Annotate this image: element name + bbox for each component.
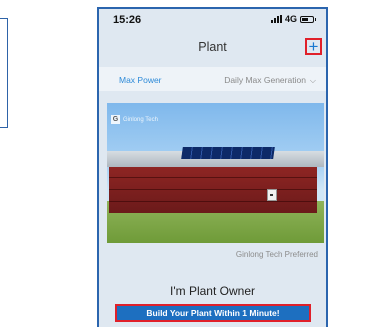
tab-max-power[interactable]: Max Power [119,75,162,85]
ginlong-logo-icon: G [111,115,120,124]
phone-screen: 15:26 4G Plant + Max Power Daily Max Gen… [97,7,328,327]
dropdown-label: Daily Max Generation [224,75,306,85]
solar-panels [181,147,275,159]
page-title: Plant [198,40,227,54]
status-time: 15:26 [113,14,142,26]
sort-tabs: Max Power Daily Max Generation ⌵ [99,67,326,91]
signal-icon [270,15,282,23]
plant-banner-image: G Ginlong Tech [107,103,324,243]
banner-caption: Ginlong Tech Preferred [235,250,318,259]
owner-heading: I'm Plant Owner [170,284,255,298]
watermark-text: Ginlong Tech [123,116,158,123]
build-plant-button[interactable]: Build Your Plant Within 1 Minute! [115,304,311,322]
battery-level [302,17,308,21]
status-indicators: 4G [270,14,316,24]
daily-max-generation-dropdown[interactable]: Daily Max Generation ⌵ [224,75,316,86]
left-outline-frame [0,18,8,128]
network-type: 4G [284,14,297,24]
battery-icon [300,15,316,23]
inverter-box [267,189,277,201]
ginlong-watermark: G Ginlong Tech [111,115,158,124]
plus-icon: + [308,37,319,56]
add-plant-button[interactable]: + [305,38,322,55]
barn-wall [109,167,317,213]
nav-bar: Plant + [99,33,326,61]
chevron-down-icon: ⌵ [309,76,316,85]
status-bar: 15:26 4G [99,9,326,31]
